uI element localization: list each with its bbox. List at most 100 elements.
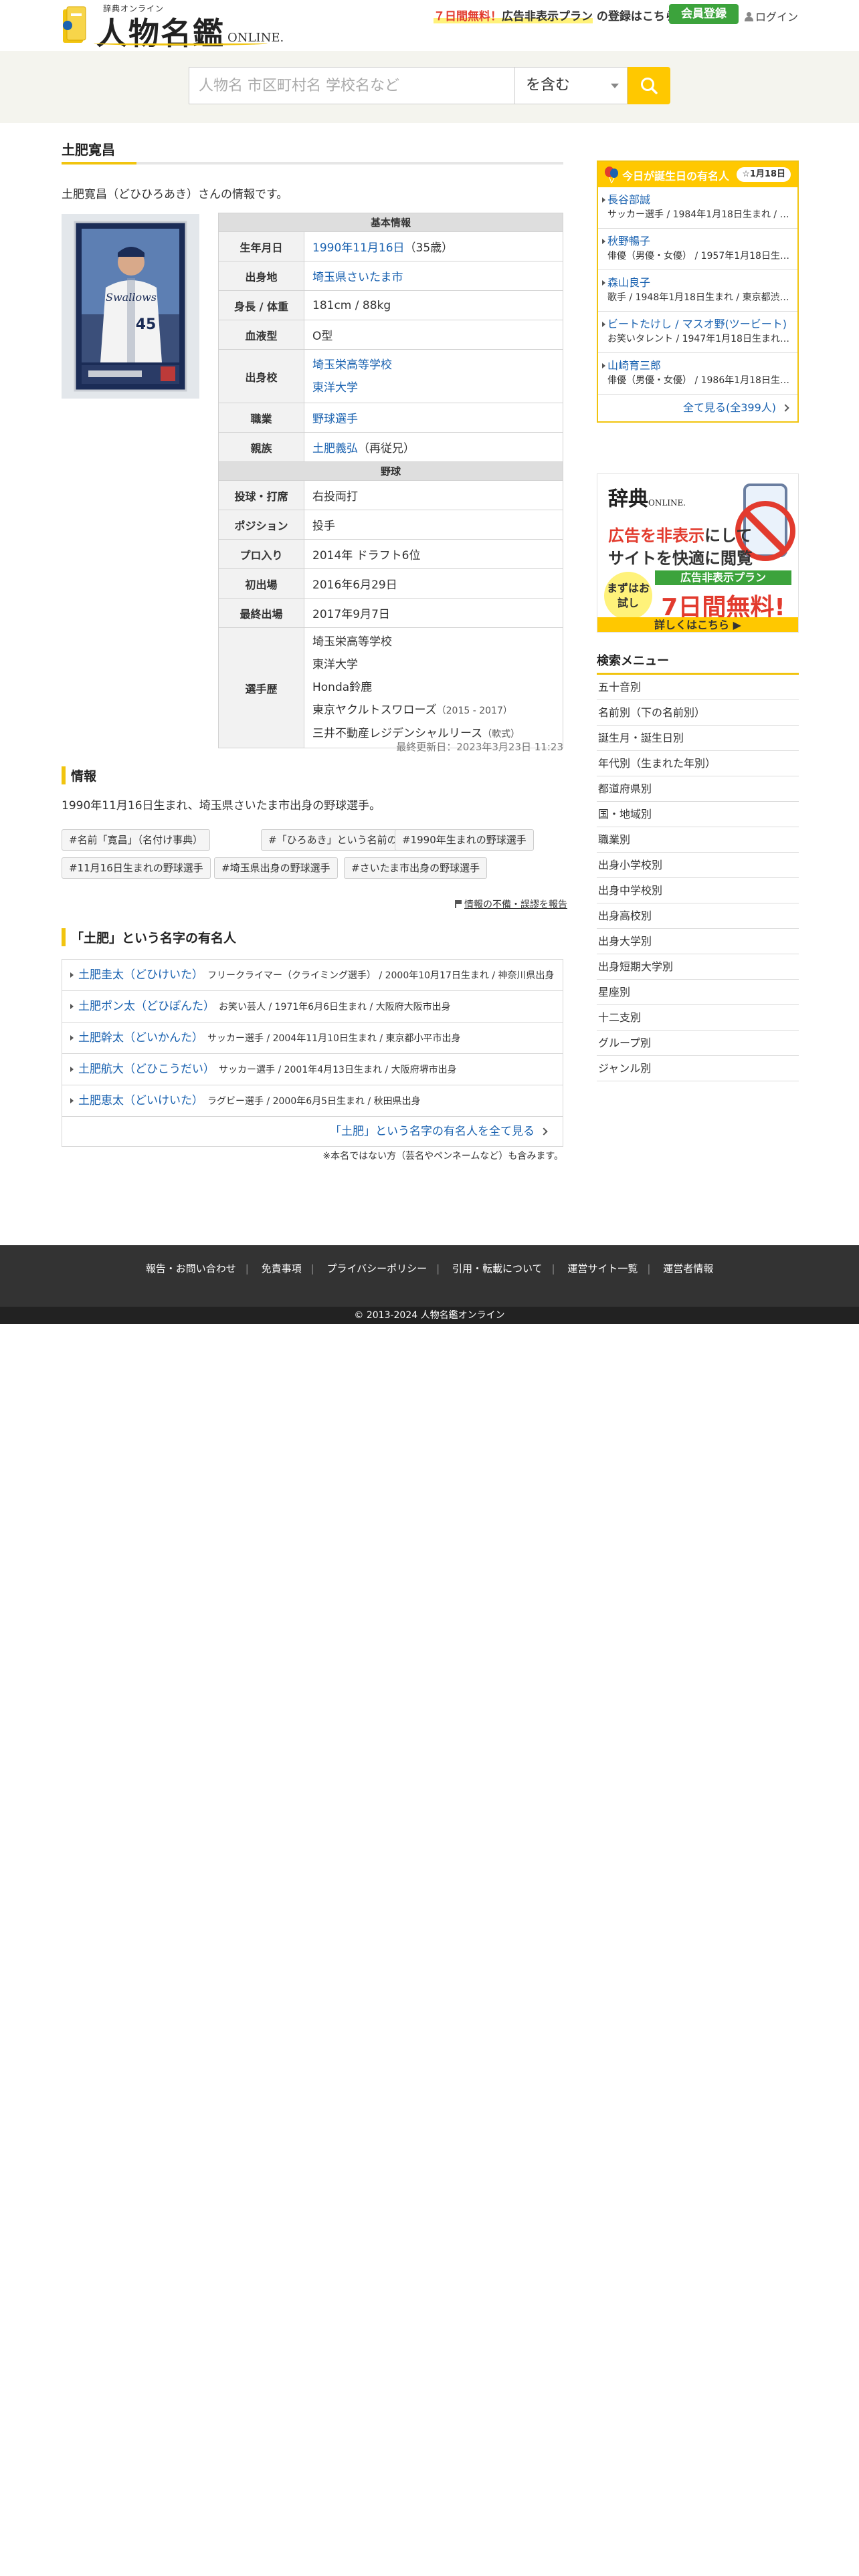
ad-headline-2: サイトを快適に閲覧 — [608, 549, 753, 568]
throw-bat: 右投両打 — [304, 480, 563, 510]
surname-people-list: 土肥圭太（どひけいた） フリークライマー（クライミング選手） / 2000年10月… — [62, 959, 563, 1147]
promo-link[interactable]: ７日間無料！広告非表示プラン の登録はこちら — [434, 7, 676, 23]
label-height-weight: 身長 / 体重 — [218, 290, 304, 320]
list-item[interactable]: 長谷部誠サッカー選手 / 1984年1月18日生まれ / 静岡県藤枝市出身 — [598, 187, 797, 229]
list-item[interactable]: 山崎育三郎俳優（男優・女優） / 1986年1月18日生まれ / 東京都出身 — [598, 353, 797, 395]
menu-item[interactable]: 都道府県別 — [597, 776, 799, 802]
relative-link[interactable]: 土肥義弘 — [312, 442, 358, 455]
menu-item[interactable]: 出身中学校別 — [597, 878, 799, 903]
ad-detail-button[interactable]: 詳しくはこちら ▶ — [597, 617, 798, 632]
menu-item[interactable]: 出身大学別 — [597, 929, 799, 954]
label-position: ポジション — [218, 510, 304, 540]
register-button[interactable]: 会員登録 — [669, 4, 739, 24]
position: 投手 — [304, 510, 563, 540]
school-link-high[interactable]: 埼玉栄高等学校 — [312, 358, 392, 372]
footer-link-privacy[interactable]: プライバシーポリシー — [326, 1263, 427, 1275]
menu-item[interactable]: グループ別 — [597, 1031, 799, 1056]
footer-link-sites[interactable]: 運営サイト一覧 — [567, 1263, 638, 1275]
search-bar: を含む — [0, 51, 859, 123]
birthday-more-link[interactable]: 全て見る(全399人) — [598, 395, 797, 421]
tag-link[interactable]: #11月16日生まれの野球選手 — [62, 857, 211, 879]
list-item[interactable]: 土肥圭太（どひけいた） フリークライマー（クライミング選手） / 2000年10月… — [62, 960, 563, 991]
balloon-icon — [605, 167, 618, 183]
chevron-down-icon — [611, 84, 619, 88]
debut: 2016年6月29日 — [304, 568, 563, 599]
ad-headline-red: 広告を非表示 — [608, 526, 704, 545]
menu-item[interactable]: 十二支別 — [597, 1005, 799, 1031]
surname-more-link[interactable]: 「土肥」という名字の有名人を全て見る — [62, 1117, 563, 1146]
menu-item[interactable]: ジャンル別 — [597, 1056, 799, 1081]
person-link[interactable]: 土肥航大（どひこうだい） — [78, 1063, 215, 1076]
footer-link-contact[interactable]: 報告・お問い合わせ — [146, 1263, 236, 1275]
chevron-right-icon — [781, 404, 789, 412]
list-item[interactable]: 土肥航大（どひこうだい） サッカー選手 / 2001年4月13日生まれ / 大阪府… — [62, 1054, 563, 1085]
person-desc: サッカー選手 / 1984年1月18日生まれ / 静岡県藤枝市出身 — [607, 209, 791, 220]
search-input[interactable] — [189, 67, 515, 104]
footer-link-citation[interactable]: 引用・転載について — [452, 1263, 543, 1275]
search-menu-title: 検索メニュー — [597, 654, 669, 668]
list-item[interactable]: ビートたけし / マスオ野(ツービート) お笑いタレント / 1947年1月18日… — [598, 312, 797, 353]
menu-item[interactable]: 誕生月・誕生日別 — [597, 726, 799, 751]
menu-item[interactable]: 名前別（下の名前別） — [597, 700, 799, 726]
person-link[interactable]: 土肥ポン太（どひぽんた） — [78, 1000, 215, 1013]
career-item: 三井不動産レジデンシャルリース — [312, 726, 483, 740]
person-link[interactable]: 森山良子 — [607, 276, 791, 290]
menu-item[interactable]: 出身短期大学別 — [597, 954, 799, 980]
site-logo[interactable]: 辞典オンライン 人物名鑑 ONLINE. — [62, 3, 284, 51]
person-desc: 歌手 / 1948年1月18日生まれ / 東京都渋谷区出身 — [607, 292, 791, 303]
birthday-widget-header: 今日が誕生日の有名人 ☆1月18日 — [598, 162, 797, 187]
person-link[interactable]: 土肥幹太（どいかんた） — [78, 1031, 203, 1045]
person-link[interactable]: 長谷部誠 — [607, 193, 791, 207]
ad-headline-1: 広告を非表示にして — [608, 522, 752, 546]
search-button[interactable] — [628, 67, 670, 104]
list-item[interactable]: 土肥ポン太（どひぽんた） お笑い芸人 / 1971年6月6日生まれ / 大阪府大阪… — [62, 991, 563, 1023]
tag-link[interactable]: #さいたま市出身の野球選手 — [344, 857, 488, 879]
career-item: Honda鈴鹿 — [312, 680, 373, 694]
menu-item[interactable]: 五十音別 — [597, 675, 799, 700]
birthdate-link[interactable]: 1990年11月16日 — [312, 241, 405, 255]
menu-item[interactable]: 出身小学校別 — [597, 853, 799, 878]
person-link[interactable]: 土肥恵太（どいけいた） — [78, 1094, 203, 1107]
svg-text:45: 45 — [136, 316, 157, 333]
tag-link[interactable]: #埼玉県出身の野球選手 — [214, 857, 338, 879]
login-link[interactable]: ログイン — [744, 8, 798, 24]
ad-plan-label: 広告非表示プラン — [655, 570, 791, 585]
person-desc: 俳優（男優・女優） / 1986年1月18日生まれ / 東京都出身 — [607, 375, 791, 386]
footer-link-disclaimer[interactable]: 免責事項 — [262, 1263, 302, 1275]
pro-entry: 2014年 ドラフト6位 — [304, 539, 563, 569]
menu-item[interactable]: 星座別 — [597, 980, 799, 1005]
list-item[interactable]: 森山良子歌手 / 1948年1月18日生まれ / 東京都渋谷区出身 — [598, 270, 797, 312]
person-link[interactable]: 秋野暢子 — [607, 234, 791, 249]
ad-free-plan-banner[interactable]: 辞典ONLINE. 広告を非表示にして サイトを快適に閲覧 まずはお試し 広告非… — [597, 473, 799, 633]
chevron-right-icon — [540, 1128, 548, 1136]
menu-item[interactable]: 出身高校別 — [597, 903, 799, 929]
footnote: ※本名ではない方（芸名やペンネームなど）も含みます。 — [322, 1151, 563, 1162]
birthplace-link[interactable]: 埼玉県さいたま市 — [312, 271, 403, 284]
occupation-link[interactable]: 野球選手 — [312, 413, 358, 426]
tag-link[interactable]: #名前「寛昌」（名付け事典） — [62, 829, 211, 851]
menu-item[interactable]: 国・地域別 — [597, 802, 799, 827]
menu-item[interactable]: 年代別（生まれた年別） — [597, 751, 799, 776]
label-blood-type: 血液型 — [218, 320, 304, 350]
label-birthdate: 生年月日 — [218, 231, 304, 261]
last-updated: 最終更新日：2023年3月23日 11:23 — [396, 741, 563, 753]
info-heading: 情報 — [62, 766, 96, 784]
menu-item[interactable]: 職業別 — [597, 827, 799, 853]
report-error-link[interactable]: 情報の不備・誤謬を報告 — [455, 897, 567, 911]
ad-logo-text: 辞典 — [608, 488, 648, 511]
tag-link[interactable]: #1990年生まれの野球選手 — [395, 829, 534, 851]
intro-text: 土肥寛昌（どひひろあき）さんの情報です。 — [62, 188, 288, 201]
birthday-more-label: 全て見る(全399人) — [682, 401, 776, 414]
person-desc: サッカー選手 / 2001年4月13日生まれ / 大阪府堺市出身 — [219, 1065, 457, 1075]
list-item[interactable]: 土肥恵太（どいけいた） ラグビー選手 / 2000年6月5日生まれ / 秋田県出身 — [62, 1085, 563, 1117]
person-link[interactable]: 土肥圭太（どひけいた） — [78, 968, 203, 982]
list-item[interactable]: 秋野暢子俳優（男優・女優） / 1957年1月18日生まれ / 大阪府出身 — [598, 229, 797, 270]
school-link-university[interactable]: 東洋大学 — [312, 381, 358, 395]
search-mode-select[interactable]: を含む — [515, 67, 628, 104]
person-link[interactable]: ビートたけし / マスオ野(ツービート) — [607, 317, 791, 332]
person-link[interactable]: 山崎育三郎 — [607, 358, 791, 373]
footer-link-operator[interactable]: 運営者情報 — [663, 1263, 713, 1275]
ad-headline-rest: にして — [704, 526, 753, 545]
career-item: 東洋大学 — [312, 657, 358, 671]
list-item[interactable]: 土肥幹太（どいかんた） サッカー選手 / 2004年11月10日生まれ / 東京都… — [62, 1023, 563, 1054]
